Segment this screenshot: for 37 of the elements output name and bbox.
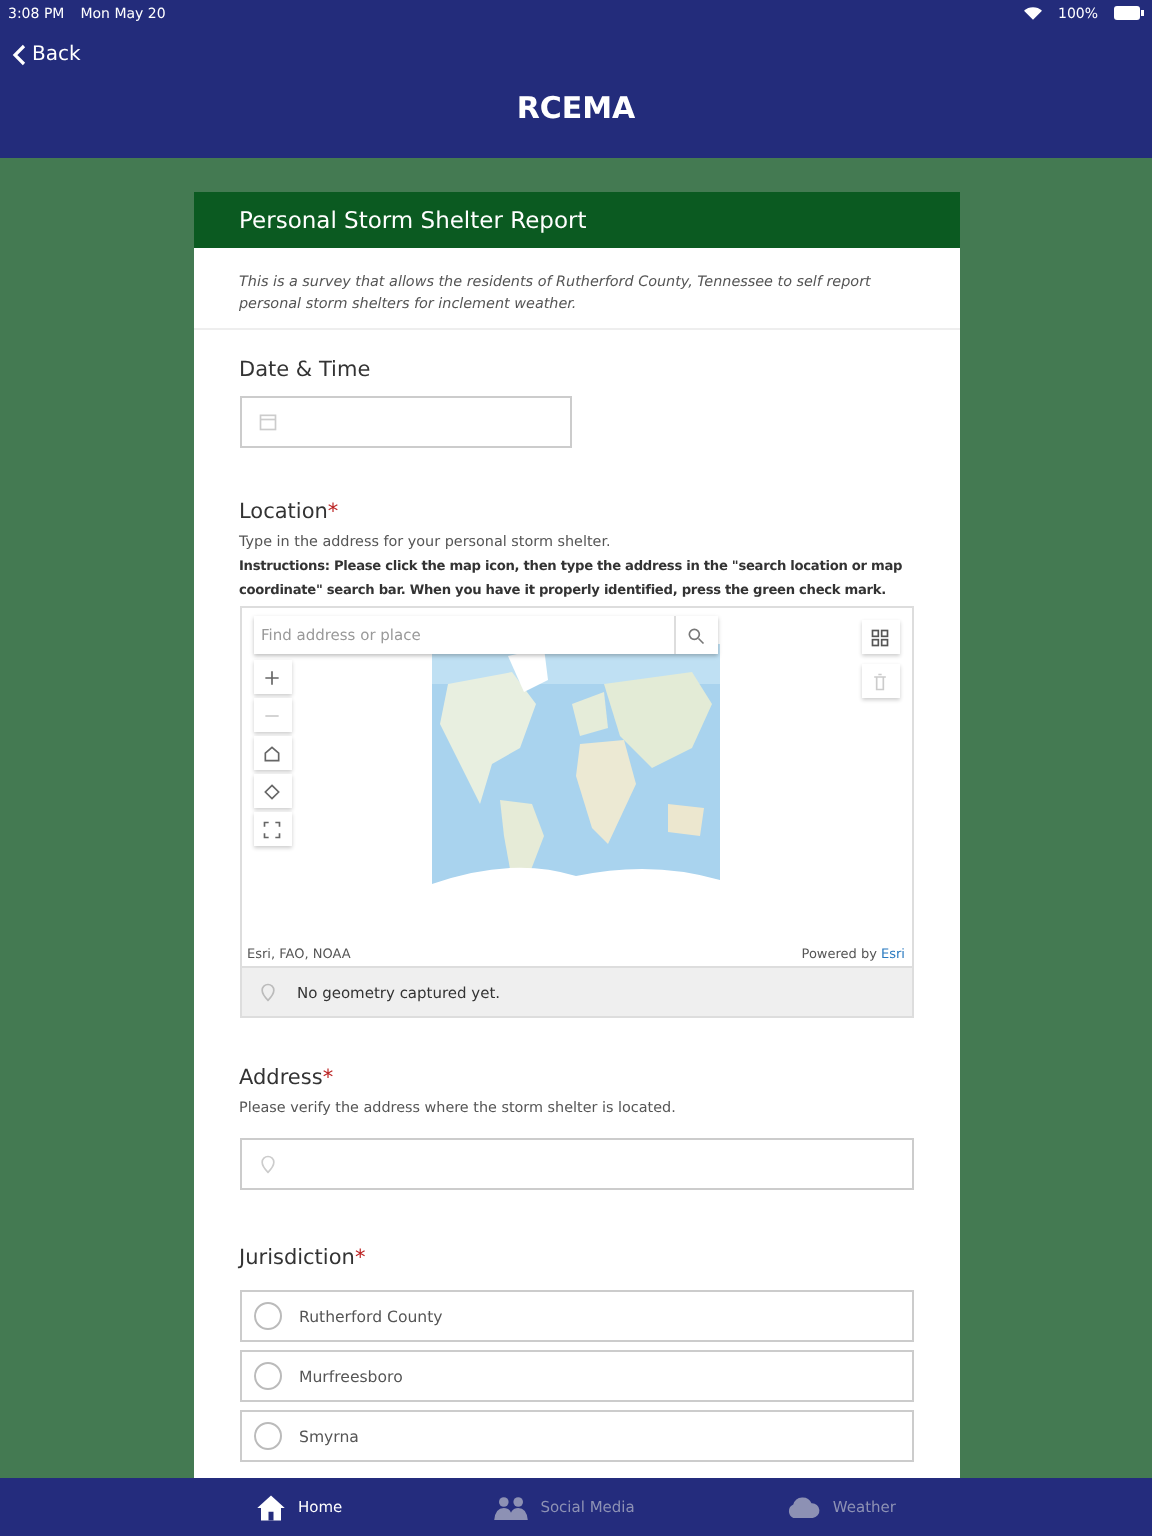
wifi-icon	[1023, 6, 1042, 20]
radio-button[interactable]	[253, 1422, 281, 1450]
battery-icon	[1114, 6, 1144, 20]
delete-button[interactable]	[861, 664, 899, 698]
field-label: Location*	[239, 500, 341, 524]
qr-code-button[interactable]	[861, 620, 899, 654]
back-button[interactable]: Back	[12, 44, 81, 66]
chevron-left-icon	[12, 44, 26, 66]
fullscreen-button[interactable]	[253, 812, 291, 846]
locate-button[interactable]	[253, 774, 291, 808]
field-label: Date & Time	[239, 358, 373, 382]
form-title: Personal Storm Shelter Report	[193, 192, 959, 248]
people-icon	[494, 1495, 529, 1519]
required-asterisk: *	[354, 1246, 366, 1270]
required-asterisk: *	[327, 500, 339, 524]
zoom-in-button[interactable]	[253, 660, 291, 694]
fullscreen-icon	[262, 819, 282, 839]
home-icon	[262, 743, 282, 763]
field-label: Jurisdiction*	[239, 1246, 368, 1270]
required-asterisk: *	[322, 1066, 334, 1090]
pin-icon	[257, 982, 277, 1002]
cloud-icon	[786, 1496, 821, 1518]
search-icon	[686, 625, 706, 645]
calendar-icon	[257, 412, 277, 432]
address-field[interactable]	[239, 1138, 913, 1190]
qr-code-icon	[870, 627, 890, 647]
date-time-field[interactable]	[239, 396, 571, 448]
app-title: RCEMA	[514, 90, 638, 126]
home-icon	[256, 1493, 287, 1521]
radio-button[interactable]	[253, 1302, 281, 1330]
home-button[interactable]	[253, 736, 291, 770]
radio-button[interactable]	[253, 1362, 281, 1390]
trash-icon	[870, 671, 890, 691]
field-label: Address*	[239, 1066, 336, 1090]
plus-icon	[262, 667, 282, 687]
locate-icon	[262, 781, 282, 801]
pin-icon	[257, 1154, 277, 1174]
